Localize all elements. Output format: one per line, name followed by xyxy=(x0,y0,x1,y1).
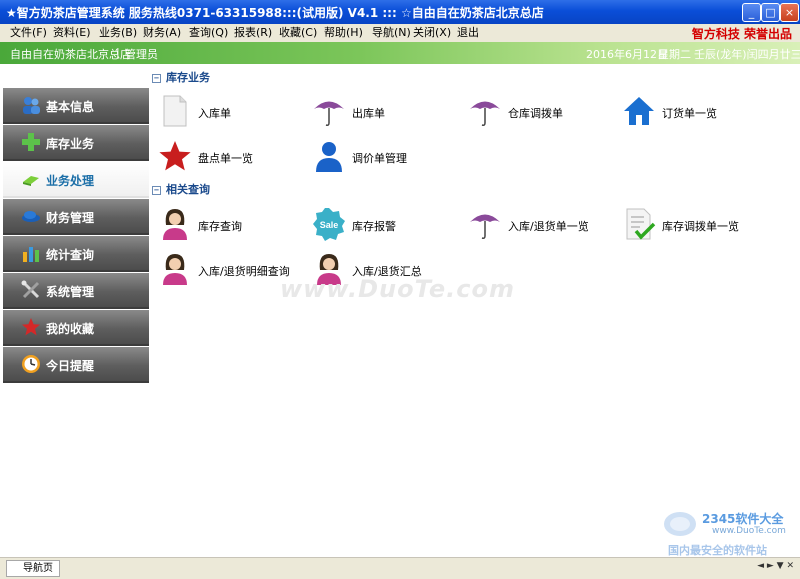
sidebar-item-label: 今日提醒 xyxy=(46,359,95,373)
star-icon xyxy=(22,318,40,336)
sidebar-item-label: 我的收藏 xyxy=(46,322,95,336)
main-content: − 库存业务 入库单 出库单 仓库调拨单 订货单一览 盘点单一览 调价单管理 −… xyxy=(150,64,797,557)
sidebar-item-label: 业务处理 xyxy=(46,174,95,188)
document-icon xyxy=(163,95,187,127)
menu-favorites[interactable]: 收藏(C) xyxy=(279,25,317,40)
sale-badge-icon: Sale xyxy=(313,208,345,241)
sidebar-item-label: 基本信息 xyxy=(46,100,95,114)
section-title: 库存业务 xyxy=(166,71,210,84)
item-label: 订货单一览 xyxy=(662,107,717,120)
section-query-header[interactable]: − 相关查询 xyxy=(152,181,210,197)
sidebar-item-label: 财务管理 xyxy=(46,211,95,225)
woman-icon xyxy=(163,254,187,285)
woman-icon xyxy=(163,209,187,240)
home-icon xyxy=(624,97,654,125)
item-label: 仓库调拨单 xyxy=(508,107,563,120)
item-order-list[interactable]: 订货单一览 xyxy=(622,94,762,128)
sidebar-item-statistics[interactable]: 统计查询 xyxy=(3,236,149,272)
user-role: 管理员 xyxy=(125,48,158,61)
menu-bar: 文件(F) 资料(E) 业务(B) 财务(A) 查询(Q) 报表(R) 收藏(C… xyxy=(0,24,800,43)
lunar-date: 壬辰(龙年)闰四月廿三 xyxy=(694,48,800,61)
collapse-icon[interactable]: − xyxy=(152,185,161,195)
current-date: 2016年6月12日 xyxy=(586,48,668,61)
brand-label: 智方科技 荣誉出品 xyxy=(691,27,792,41)
item-label: 入库/退货明细查询 xyxy=(198,265,290,278)
plus-icon xyxy=(22,133,40,151)
bar-chart-icon xyxy=(23,247,39,262)
tab-navigation-page[interactable]: 导航页 xyxy=(6,560,60,577)
item-transfer-list[interactable]: 库存调拨单一览 xyxy=(622,207,782,241)
item-label: 库存报警 xyxy=(352,220,396,233)
section-title: 相关查询 xyxy=(166,183,210,196)
star-icon xyxy=(159,141,191,171)
item-stock-alarm[interactable]: Sale 库存报警 xyxy=(312,207,432,241)
eraser-icon xyxy=(23,176,39,186)
item-label: 入库/退货单一览 xyxy=(508,220,589,233)
clock-icon xyxy=(22,355,40,373)
item-label: 盘点单一览 xyxy=(198,152,253,165)
cap-icon xyxy=(22,211,40,222)
watermark-title: 2345软件大全 xyxy=(702,512,784,526)
menu-help[interactable]: 帮助(H) xyxy=(324,25,363,40)
item-return-list[interactable]: 入库/退货单一览 xyxy=(468,207,618,241)
menu-close[interactable]: 关闭(X) xyxy=(413,25,451,40)
watermark-url: www.DuoTe.com xyxy=(712,526,786,536)
watermark-2345: 2345软件大全 www.DuoTe.com 国内最安全的软件站 xyxy=(662,508,798,557)
checklist-icon xyxy=(626,208,656,240)
sidebar-item-finance[interactable]: 财务管理 xyxy=(3,199,149,235)
item-stocktake-list[interactable]: 盘点单一览 xyxy=(158,139,298,173)
item-warehouse-transfer[interactable]: 仓库调拨单 xyxy=(468,94,608,128)
umbrella-icon xyxy=(470,214,500,239)
item-stock-in[interactable]: 入库单 xyxy=(158,94,278,128)
sidebar-item-favorites[interactable]: 我的收藏 xyxy=(3,310,149,346)
status-bar: 导航页 ◄ ► ▼ ✕ xyxy=(0,557,800,579)
info-banner: 自由自在奶茶店北京总店 | 管理员 2016年6月12日 星期二 壬辰(龙年)闰… xyxy=(0,42,800,64)
umbrella-icon xyxy=(470,101,500,126)
umbrella-icon xyxy=(314,101,344,126)
collapse-icon[interactable]: − xyxy=(152,73,161,83)
watermark-duote: www.DuoTe.com xyxy=(280,275,515,303)
minimize-button[interactable]: _ xyxy=(742,3,761,22)
menu-data[interactable]: 资料(E) xyxy=(53,25,91,40)
sidebar-item-label: 系统管理 xyxy=(46,285,95,299)
menu-exit[interactable]: 退出 xyxy=(457,25,479,40)
item-label: 库存调拨单一览 xyxy=(662,220,739,233)
menu-file[interactable]: 文件(F) xyxy=(10,25,47,40)
sidebar-item-label: 统计查询 xyxy=(46,248,95,262)
menu-finance[interactable]: 财务(A) xyxy=(143,25,181,40)
sidebar-item-label: 库存业务 xyxy=(46,137,95,151)
banner-separator: | xyxy=(116,46,120,59)
item-label: 调价单管理 xyxy=(352,152,407,165)
logo-icon xyxy=(664,512,696,536)
window-title: ★智方奶茶店管理系统 服务热线0371-63315988:::(试用版) V4.… xyxy=(6,6,544,20)
sidebar: 基本信息 库存业务 业务处理 财务管理 统计查询 系统管理 我的收藏 今日提醒 xyxy=(3,64,149,557)
menu-query[interactable]: 查询(Q) xyxy=(189,25,228,40)
item-stock-out[interactable]: 出库单 xyxy=(312,94,432,128)
watermark-slogan: 国内最安全的软件站 xyxy=(668,544,767,557)
menu-navigate[interactable]: 导航(N) xyxy=(372,25,411,40)
menu-business[interactable]: 业务(B) xyxy=(99,25,137,40)
user-icon xyxy=(316,142,342,172)
item-stock-query[interactable]: 库存查询 xyxy=(158,207,278,241)
tools-icon xyxy=(21,280,40,299)
sidebar-item-business[interactable]: 业务处理 xyxy=(3,162,149,198)
sidebar-item-inventory[interactable]: 库存业务 xyxy=(3,125,149,161)
menu-report[interactable]: 报表(R) xyxy=(234,25,272,40)
store-name: 自由自在奶茶店北京总店 xyxy=(10,48,131,61)
tab-scroll-arrows[interactable]: ◄ ► ▼ ✕ xyxy=(757,561,794,571)
sidebar-item-basic-info[interactable]: 基本信息 xyxy=(3,88,149,124)
users-icon xyxy=(23,97,40,114)
title-bar: ★智方奶茶店管理系统 服务热线0371-63315988:::(试用版) V4.… xyxy=(0,0,800,24)
maximize-button[interactable]: □ xyxy=(761,3,780,22)
item-label: 入库单 xyxy=(198,107,231,120)
item-price-adjust[interactable]: 调价单管理 xyxy=(312,139,452,173)
item-label: 库存查询 xyxy=(198,220,242,233)
sale-text: Sale xyxy=(320,220,339,230)
item-label: 出库单 xyxy=(352,107,385,120)
close-button[interactable]: × xyxy=(780,3,799,22)
sidebar-item-reminders[interactable]: 今日提醒 xyxy=(3,347,149,383)
sidebar-item-system[interactable]: 系统管理 xyxy=(3,273,149,309)
current-weekday: 星期二 xyxy=(658,48,691,61)
section-inventory-header[interactable]: − 库存业务 xyxy=(152,69,210,85)
